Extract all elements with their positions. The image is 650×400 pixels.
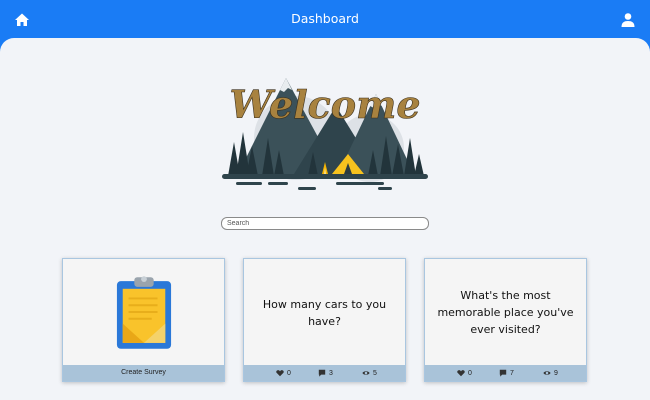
survey-card[interactable]: What's the most memorable place you've e…: [424, 258, 587, 382]
survey-question: What's the most memorable place you've e…: [437, 289, 574, 336]
heart-icon: [457, 370, 465, 377]
comment-icon: [318, 369, 326, 377]
comment-icon: [499, 369, 507, 377]
comments-stat: 3: [318, 369, 333, 377]
card-body: [63, 259, 224, 366]
likes-count: 0: [287, 369, 291, 377]
views-stat: 5: [362, 369, 377, 377]
top-app-bar: Dashboard: [0, 0, 650, 40]
welcome-illustration: Welcome: [222, 78, 428, 190]
comments-count: 7: [510, 369, 514, 377]
welcome-text: Welcome: [229, 82, 420, 127]
survey-question: How many cars to you have?: [262, 297, 387, 328]
eye-icon: [543, 371, 551, 375]
likes-stat: 0: [457, 369, 472, 377]
views-count: 9: [554, 369, 558, 377]
comments-stat: 7: [499, 369, 514, 377]
create-survey-card[interactable]: Create Survey: [62, 258, 225, 382]
search-input[interactable]: [221, 217, 429, 230]
create-survey-label: Create Survey: [121, 369, 166, 376]
card-body: How many cars to you have?: [244, 259, 405, 366]
comments-count: 3: [329, 369, 333, 377]
eye-icon: [362, 371, 370, 375]
card-body: What's the most memorable place you've e…: [425, 259, 586, 366]
survey-card[interactable]: How many cars to you have? 0 3 5: [243, 258, 406, 382]
likes-stat: 0: [276, 369, 291, 377]
card-footer: Create Survey: [63, 365, 224, 381]
heart-icon: [276, 370, 284, 377]
main-content: Welcome Create Survey: [0, 38, 650, 400]
clipboard-icon: [116, 276, 172, 349]
views-stat: 9: [543, 369, 558, 377]
card-footer: 0 7 9: [425, 365, 586, 381]
views-count: 5: [373, 369, 377, 377]
page-title: Dashboard: [291, 11, 359, 26]
likes-count: 0: [468, 369, 472, 377]
card-footer: 0 3 5: [244, 365, 405, 381]
user-icon[interactable]: [620, 12, 636, 28]
